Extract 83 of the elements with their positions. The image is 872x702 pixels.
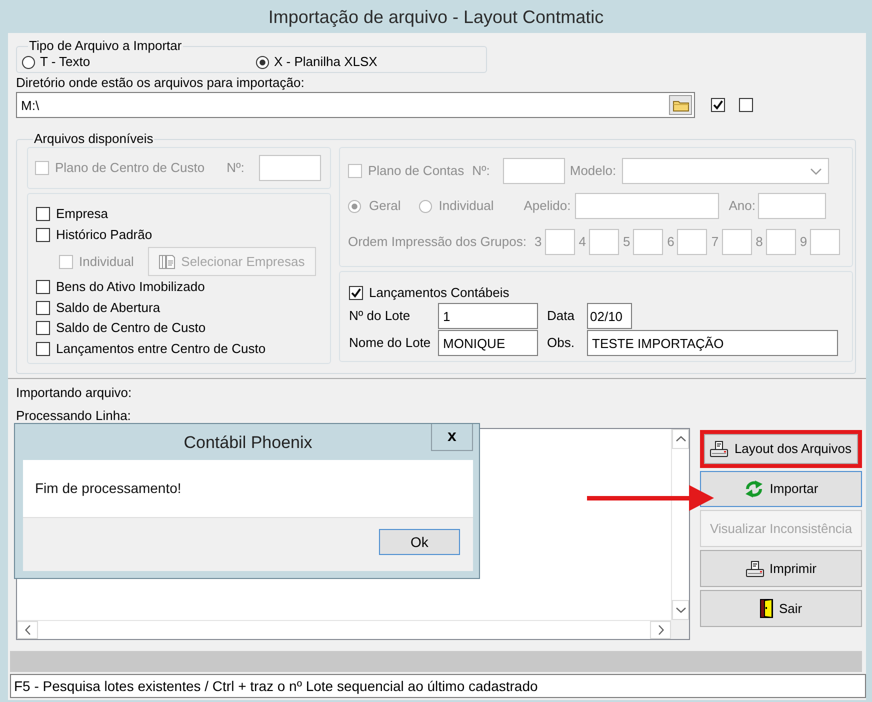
checkbox-label: Lançamentos Contábeis: [369, 285, 510, 301]
checkbox-label: Lançamentos entre Centro de Custo: [56, 340, 266, 357]
field-label: 5: [622, 234, 630, 250]
field-label: Ano:: [728, 198, 756, 214]
radio-label: X - Planilha XLSX: [274, 54, 378, 70]
field-label: Data: [546, 308, 576, 324]
chevron-right-icon: [658, 625, 664, 635]
field-label: 3: [534, 234, 542, 250]
checkbox[interactable]: [711, 98, 725, 112]
field-label: Ordem Impressão dos Grupos:: [348, 234, 526, 250]
field-label: Diretório onde estão os arquivos para importação:: [16, 75, 306, 91]
scroll-left-button[interactable]: [17, 621, 38, 639]
action-button[interactable]: Sair: [700, 590, 862, 627]
ok-button[interactable]: Ok: [379, 529, 460, 555]
vertical-scrollbar[interactable]: [671, 429, 689, 620]
checkbox-label: Histórico Padrão: [56, 226, 152, 243]
field-label: Nome do Lote: [349, 335, 432, 351]
checkbox-label: Bens do Ativo Imobilizado: [56, 279, 205, 296]
chevron-down-icon: [810, 168, 822, 174]
directory-field[interactable]: M:\: [16, 92, 695, 118]
input-field[interactable]: 02/10: [587, 303, 632, 329]
checkbox[interactable]: [36, 342, 50, 356]
field-label: 8: [756, 234, 763, 250]
group-label: Tipo de Arquivo a Importar: [28, 39, 183, 53]
radio-label: T - Texto: [40, 54, 90, 70]
field-label: Nº do Lote: [349, 308, 412, 324]
printer-icon: [710, 441, 728, 457]
radio-label: Geral: [369, 198, 401, 214]
radio-label: Individual: [438, 198, 494, 214]
checkbox-label: Plano de Contas: [368, 163, 464, 179]
status-label: Processando Linha:: [16, 408, 132, 423]
checkmark-icon: [351, 288, 361, 298]
door-icon: [760, 599, 773, 618]
dialog-title: Contábil Phoenix: [182, 433, 314, 453]
field-label: 4: [578, 234, 586, 250]
field-label: 9: [800, 234, 808, 250]
chevron-down-icon: [676, 607, 686, 613]
close-button[interactable]: x: [431, 424, 473, 451]
field-label: 6: [667, 234, 674, 250]
field-label: Nº:: [472, 163, 490, 179]
checkbox[interactable]: [36, 300, 50, 315]
checkbox-label: Saldo de Abertura: [56, 300, 160, 316]
group-label: Arquivos disponíveis: [33, 132, 154, 146]
checkbox[interactable]: [739, 98, 753, 112]
browse-folder-button[interactable]: [669, 95, 692, 115]
scrollbar-corner: [671, 620, 689, 639]
status-label: Importando arquivo:: [16, 385, 133, 401]
refresh-icon: [744, 480, 764, 498]
scroll-up-button[interactable]: [672, 429, 689, 449]
status-bar: F5 - Pesquisa lotes existentes / Ctrl + traz o nº Lote sequencial ao último cadastrado: [10, 674, 866, 698]
checkbox[interactable]: [36, 207, 50, 222]
printer-icon: [746, 560, 764, 576]
radio-button[interactable]: [256, 56, 269, 68]
checkbox[interactable]: [36, 280, 50, 294]
scroll-down-button[interactable]: [672, 600, 689, 620]
radio-button[interactable]: [22, 56, 35, 68]
action-button[interactable]: Layout dos Arquivos: [704, 434, 858, 464]
field-label: Modelo:: [570, 163, 616, 179]
input-field[interactable]: MONIQUE: [438, 330, 538, 356]
input-field[interactable]: 1: [438, 303, 538, 329]
action-button[interactable]: Imprimir: [700, 550, 862, 587]
folder-icon: [672, 98, 688, 112]
checkbox[interactable]: [36, 321, 50, 336]
checkbox[interactable]: [36, 228, 50, 242]
documents-icon: [159, 254, 176, 270]
field-label: 7: [711, 234, 719, 250]
checkbox-label: Empresa: [56, 206, 108, 222]
window-title: Importação de arquivo - Layout Contmatic: [268, 6, 604, 28]
horizontal-scrollbar[interactable]: [17, 620, 671, 639]
field-label: Apelido:: [524, 198, 571, 214]
chevron-up-icon: [676, 436, 686, 442]
checkbox-label: Individual: [79, 254, 134, 270]
field-label: Nº:: [226, 160, 244, 176]
action-button[interactable]: Importar: [700, 471, 862, 507]
scroll-right-button[interactable]: [650, 621, 671, 639]
dialog-message: Fim de processamento!: [35, 480, 182, 497]
checkbox-label: Plano de Centro de Custo: [55, 160, 205, 176]
chevron-left-icon: [24, 625, 30, 635]
field-label: Obs.: [546, 335, 576, 351]
checkbox-label: Saldo de Centro de Custo: [56, 320, 206, 336]
checkmark-icon: [713, 100, 723, 110]
checkbox[interactable]: [349, 286, 363, 300]
input-field[interactable]: TESTE IMPORTAÇÃO: [587, 330, 838, 356]
